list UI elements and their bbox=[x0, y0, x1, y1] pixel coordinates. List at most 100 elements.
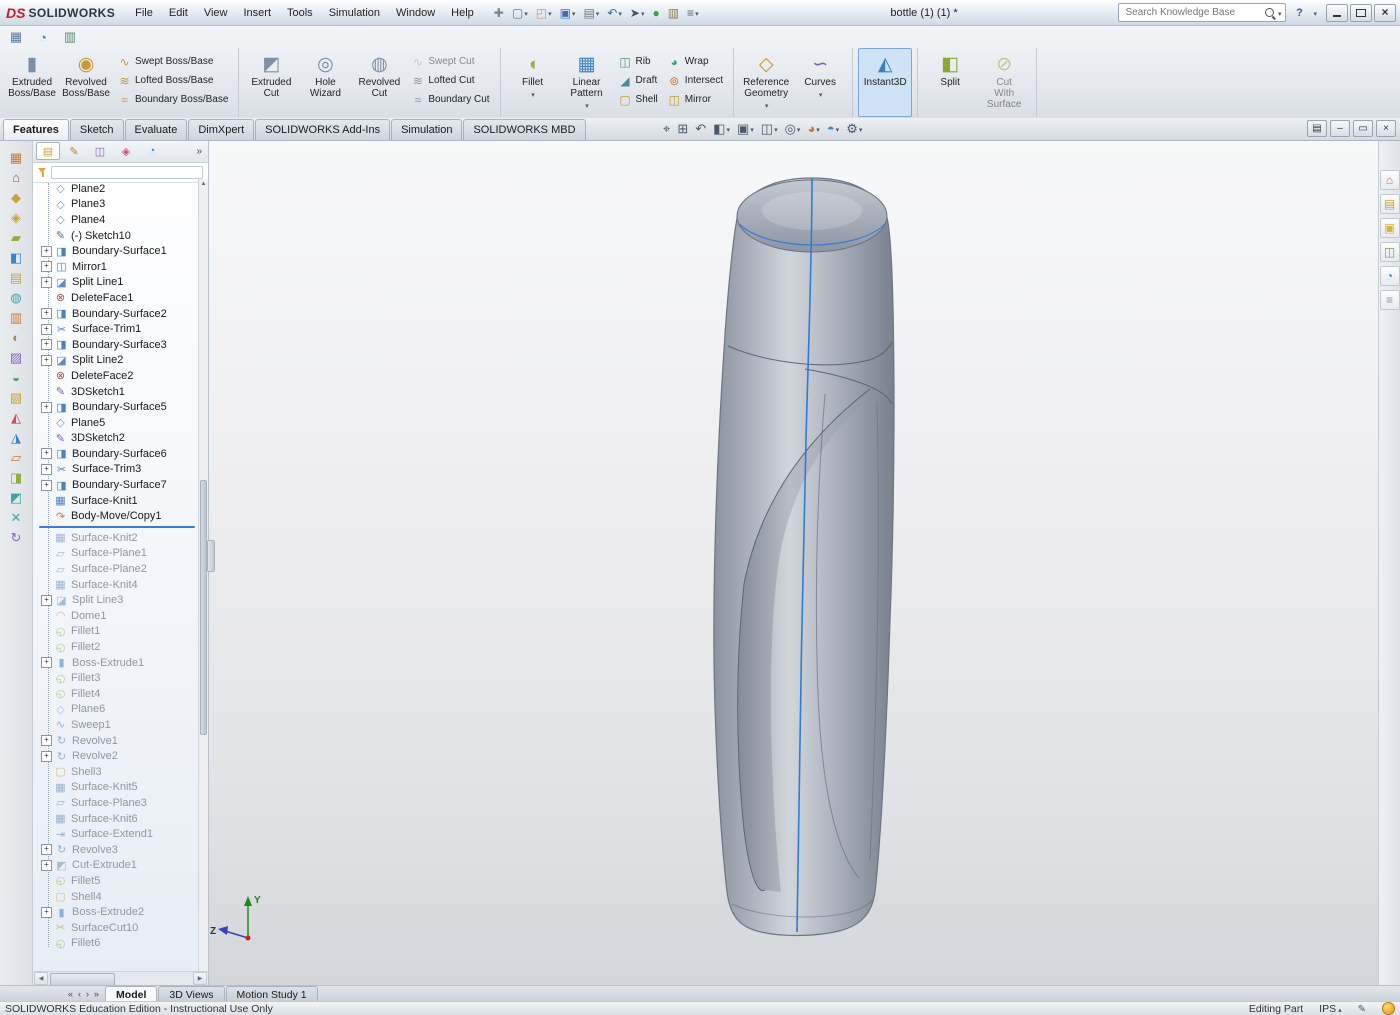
featuremanager-tab[interactable]: ▤ bbox=[36, 142, 60, 160]
side-tool-19[interactable]: ✕ bbox=[4, 508, 28, 527]
scroll-thumb[interactable] bbox=[200, 479, 207, 736]
tree-item[interactable]: ◠ Dome1 bbox=[33, 608, 199, 624]
expand-icon[interactable] bbox=[41, 308, 52, 320]
filter-input[interactable] bbox=[51, 166, 203, 179]
save-button[interactable]: ▣ bbox=[557, 5, 579, 21]
view-settings-button[interactable]: ⚙ bbox=[843, 120, 865, 139]
mini-tool-3[interactable]: ▥ bbox=[60, 28, 80, 46]
tree-item[interactable]: ⇥ Surface-Extend1 bbox=[33, 826, 199, 842]
previous-view-button[interactable]: ↶ bbox=[692, 121, 709, 137]
expand-icon[interactable] bbox=[41, 844, 52, 856]
expand-icon[interactable] bbox=[41, 245, 52, 257]
tree-item[interactable]: ◨ Boundary-Surface2 bbox=[33, 306, 199, 322]
extruded-cut-button[interactable]: ◩ Extruded Cut bbox=[244, 48, 298, 117]
search-icon[interactable] bbox=[1264, 8, 1274, 17]
tree-item[interactable]: ◵ Fillet2 bbox=[33, 639, 199, 655]
apply-scene-button[interactable]: ◓ bbox=[824, 120, 842, 139]
shell-button[interactable]: ▢ Shell bbox=[616, 92, 661, 107]
rebuild-button[interactable]: ● bbox=[649, 5, 662, 21]
mini-tool-2[interactable]: ◔ bbox=[33, 28, 53, 46]
hole-wizard-button[interactable]: ◎ Hole Wizard bbox=[298, 48, 352, 117]
tree-item[interactable]: ◪ Split Line3 bbox=[33, 592, 199, 608]
side-tool-13[interactable]: ▧ bbox=[4, 388, 28, 407]
tree-item[interactable]: ✎ 3DSketch1 bbox=[33, 384, 199, 400]
tree-item[interactable]: ◪ Split Line2 bbox=[33, 353, 199, 369]
menu-view[interactable]: View bbox=[196, 2, 236, 24]
tree-item[interactable]: ◇ Plane6 bbox=[33, 702, 199, 718]
tab-sketch[interactable]: Sketch bbox=[69, 119, 124, 140]
side-tool-5[interactable]: ▰ bbox=[4, 228, 28, 247]
tree-item[interactable]: ▱ Surface-Plane3 bbox=[33, 795, 199, 811]
side-tool-12[interactable]: ◒ bbox=[4, 368, 28, 387]
expand-icon[interactable] bbox=[41, 750, 52, 762]
tree-item[interactable]: ◨ Boundary-Surface5 bbox=[33, 399, 199, 415]
print-button[interactable]: ▤ bbox=[580, 5, 602, 21]
zoom-to-area-button[interactable]: ⊞ bbox=[674, 121, 691, 137]
tree-item[interactable]: ◵ Fillet5 bbox=[33, 873, 199, 889]
expand-icon[interactable] bbox=[41, 859, 52, 871]
tree-item[interactable]: ◨ Boundary-Surface6 bbox=[33, 446, 199, 462]
edit-appearance-button[interactable]: ◕ bbox=[804, 120, 822, 139]
tree-item[interactable]: ◫ Mirror1 bbox=[33, 259, 199, 275]
pin-button[interactable]: ✚ bbox=[491, 5, 507, 21]
menu-window[interactable]: Window bbox=[388, 2, 443, 24]
boundary-cut-button[interactable]: ≈ Boundary Cut bbox=[408, 92, 492, 107]
expand-icon[interactable] bbox=[41, 276, 52, 288]
tree-item[interactable]: ✎ 3DSketch2 bbox=[33, 431, 199, 447]
tree-item[interactable]: ✎ (-) Sketch10 bbox=[33, 228, 199, 244]
tab-evaluate[interactable]: Evaluate bbox=[124, 119, 188, 140]
expand-icon[interactable] bbox=[41, 479, 52, 491]
tree-item[interactable]: ∿ Sweep1 bbox=[33, 717, 199, 733]
rib-button[interactable]: ◫ Rib bbox=[616, 54, 661, 69]
appearances-tab[interactable]: ◔ bbox=[1379, 266, 1400, 286]
tree-item[interactable]: ◵ Fillet6 bbox=[33, 936, 199, 952]
file-properties-button[interactable]: ▥ bbox=[665, 5, 682, 21]
side-tool-10[interactable]: ◐ bbox=[4, 328, 28, 347]
tree-horizontal-scrollbar[interactable]: ◀ ▶ bbox=[33, 971, 208, 986]
tab-solidworks-add-ins[interactable]: SOLIDWORKS Add-Ins bbox=[255, 119, 391, 140]
cut-with-surface-button[interactable]: ⊘ Cut With Surface bbox=[977, 48, 1031, 117]
tree-item[interactable]: ▦ Surface-Knit2 bbox=[33, 530, 199, 546]
filter-icon[interactable] bbox=[38, 167, 47, 178]
resources-tab[interactable]: ⌂ bbox=[1379, 170, 1400, 190]
tree-item[interactable]: ▱ Surface-Plane1 bbox=[33, 546, 199, 562]
displaymanager-tab[interactable]: ◔ bbox=[140, 142, 164, 160]
mini-tool-1[interactable]: ▦ bbox=[6, 28, 26, 46]
expand-icon[interactable] bbox=[41, 463, 52, 475]
help-button[interactable] bbox=[1291, 5, 1307, 21]
configurationmanager-tab[interactable]: ◫ bbox=[88, 142, 112, 160]
scroll-left-icon[interactable]: ◀ bbox=[34, 972, 48, 985]
tree-vertical-scrollbar[interactable]: ▲ bbox=[198, 179, 208, 971]
side-tool-15[interactable]: ◮ bbox=[4, 428, 28, 447]
menu-help[interactable]: Help bbox=[443, 2, 482, 24]
doc-nav-button[interactable]: ‹ bbox=[76, 989, 83, 999]
expand-icon[interactable] bbox=[41, 261, 52, 273]
lofted-cut-button[interactable]: ≋ Lofted Cut bbox=[408, 73, 492, 88]
side-tool-6[interactable]: ◧ bbox=[4, 248, 28, 267]
doc-menu-button[interactable]: ▤ bbox=[1307, 120, 1327, 137]
side-tool-17[interactable]: ◨ bbox=[4, 468, 28, 487]
expand-icon[interactable] bbox=[41, 448, 52, 460]
tree-item[interactable]: ✂ Surface-Trim1 bbox=[33, 321, 199, 337]
dimxpertmanager-tab[interactable]: ◈ bbox=[114, 142, 138, 160]
tree-item[interactable]: ▮ Boss-Extrude1 bbox=[33, 655, 199, 671]
expand-icon[interactable] bbox=[41, 735, 52, 747]
tree-item[interactable]: ▦ Surface-Knit1 bbox=[33, 493, 199, 509]
expand-icon[interactable] bbox=[41, 906, 52, 918]
side-tool-16[interactable]: ▱ bbox=[4, 448, 28, 467]
bottle-model[interactable]: Y Z bbox=[209, 140, 1378, 985]
side-tool-2[interactable]: ⌂ bbox=[4, 168, 28, 187]
side-tool-20[interactable]: ↻ bbox=[4, 528, 28, 547]
tree-item[interactable]: ◨ Boundary-Surface7 bbox=[33, 477, 199, 493]
custom-properties-tab[interactable]: ≡ bbox=[1379, 290, 1400, 310]
doc-restore-button[interactable]: ▭ bbox=[1353, 120, 1373, 137]
expand-icon[interactable] bbox=[41, 657, 52, 669]
display-style-button[interactable]: ◫ bbox=[758, 120, 781, 139]
side-tool-18[interactable]: ◩ bbox=[4, 488, 28, 507]
tree-item[interactable]: ⊗ DeleteFace1 bbox=[33, 290, 199, 306]
undo-button[interactable]: ↶ bbox=[604, 5, 625, 21]
doc-tab-3d-views[interactable]: 3D Views bbox=[158, 986, 225, 1002]
doc-nav-button[interactable]: « bbox=[66, 989, 75, 999]
side-tool-9[interactable]: ▥ bbox=[4, 308, 28, 327]
tree-item[interactable]: ✂ SurfaceCut10 bbox=[33, 920, 199, 936]
